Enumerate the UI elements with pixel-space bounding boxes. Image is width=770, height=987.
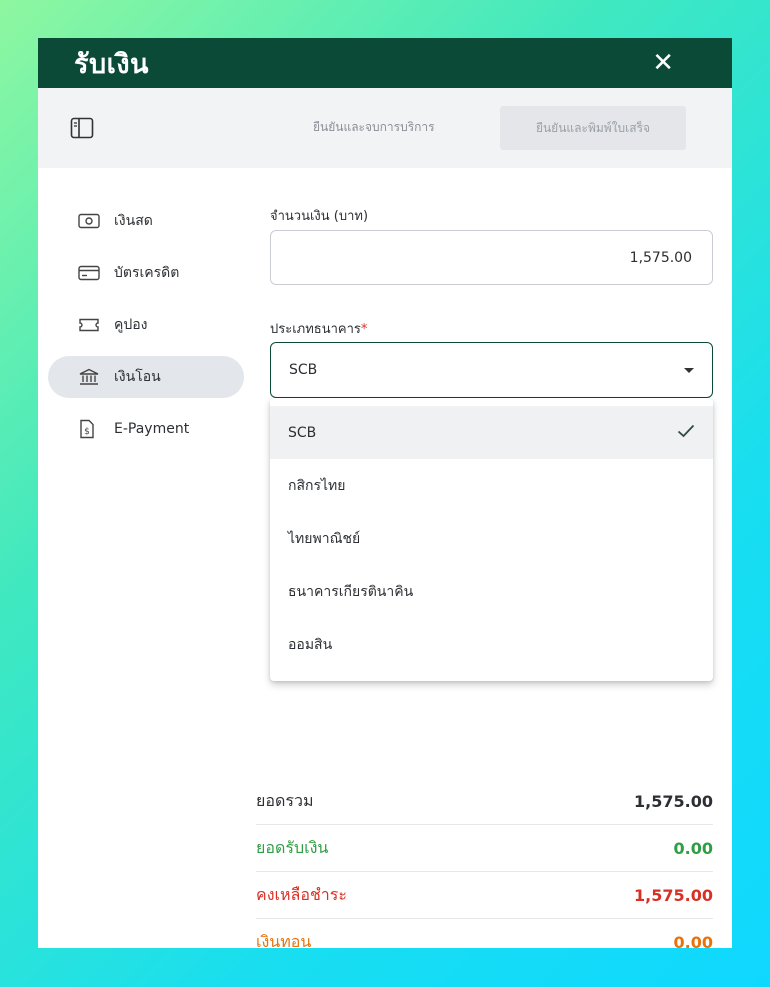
summary-row-received: ยอดรับเงิน 0.00 — [256, 825, 713, 872]
bank-dropdown-menu: SCB กสิกรไทย ไทยพาณิชย์ ธนาคารเกียรตินาค… — [270, 398, 713, 681]
close-icon[interactable]: ✕ — [652, 50, 708, 76]
svg-text:$: $ — [84, 427, 90, 437]
payment-modal: รับเงิน ✕ ยืนยันและจบการบริการ ยืนยันและ… — [38, 38, 732, 948]
modal-header: รับเงิน ✕ — [38, 38, 732, 88]
sidebar-item-label: เงินสด — [114, 213, 153, 229]
summary-value: 1,575.00 — [634, 791, 713, 811]
sidebar-item-coupon[interactable]: คูปอง — [48, 304, 244, 346]
coupon-icon — [78, 316, 100, 334]
sidebar-item-transfer[interactable]: เงินโอน — [48, 356, 244, 398]
bank-option-label: ไทยพาณิชย์ — [288, 530, 361, 547]
bank-option[interactable]: SCB — [270, 406, 713, 459]
bank-select-value: SCB — [289, 362, 318, 378]
bank-option-label: SCB — [288, 424, 317, 441]
amount-label: จำนวนเงิน (บาท) — [270, 209, 369, 224]
summary-label: คงเหลือชำระ — [256, 884, 347, 904]
sidebar-item-label: เงินโอน — [114, 369, 161, 385]
sidebar-item-label: คูปอง — [114, 317, 148, 333]
bank-select[interactable]: SCB — [270, 342, 713, 398]
modal-title: รับเงิน — [74, 48, 150, 80]
payment-summary: ยอดรวม 1,575.00 ยอดรับเงิน 0.00 คงเหลือช… — [256, 778, 713, 948]
bank-icon — [78, 368, 100, 386]
sidebar-item-label: บัตรเครดิต — [114, 265, 180, 281]
summary-value: 0.00 — [673, 932, 713, 949]
sidebar-item-cash[interactable]: เงินสด — [48, 200, 244, 242]
sidebar-item-label: E-Payment — [114, 421, 190, 437]
amount-value: 1,575.00 — [629, 249, 692, 266]
sidebar-item-e-payment[interactable]: $ E-Payment — [48, 408, 244, 450]
required-marker: * — [360, 322, 368, 337]
bank-option[interactable]: ธนาคารเกียรตินาคิน — [270, 565, 713, 618]
summary-row-change: เงินทอน 0.00 — [256, 919, 713, 949]
credit-card-icon — [78, 264, 100, 282]
summary-row-total: ยอดรวม 1,575.00 — [256, 778, 713, 825]
cash-icon — [78, 212, 100, 230]
caret-down-icon — [684, 367, 694, 373]
e-payment-icon: $ — [78, 419, 100, 439]
summary-row-remaining: คงเหลือชำระ 1,575.00 — [256, 872, 713, 919]
confirm-print-button[interactable]: ยืนยันและพิมพ์ใบเสร็จ — [500, 106, 686, 150]
sidebar-toggle-icon[interactable] — [70, 117, 94, 139]
action-toolbar: ยืนยันและจบการบริการ ยืนยันและพิมพ์ใบเสร… — [38, 88, 732, 168]
sidebar-item-credit-card[interactable]: บัตรเครดิต — [48, 252, 244, 294]
bank-option[interactable]: กสิกรไทย — [270, 459, 713, 512]
summary-label: เงินทอน — [256, 931, 312, 949]
bank-type-label: ประเภทธนาคาร* — [270, 318, 367, 339]
summary-value: 0.00 — [673, 838, 713, 858]
bank-type-label-text: ประเภทธนาคาร — [270, 322, 361, 337]
bank-option[interactable]: ไทยพาณิชย์ — [270, 512, 713, 565]
confirm-finish-button[interactable]: ยืนยันและจบการบริการ — [313, 118, 435, 137]
summary-value: 1,575.00 — [634, 885, 713, 905]
bank-option-label: ธนาคารเกียรตินาคิน — [288, 583, 414, 600]
summary-label: ยอดรับเงิน — [256, 837, 329, 857]
payment-method-nav: เงินสด บัตรเครดิต คูปอง เงินโอน $ E-Paym… — [48, 200, 244, 460]
bank-option-label: ออมสิน — [288, 636, 333, 653]
bank-option-label: กสิกรไทย — [288, 477, 346, 494]
summary-label: ยอดรวม — [256, 790, 314, 810]
check-icon — [677, 424, 695, 442]
bank-option[interactable]: ออมสิน — [270, 618, 713, 671]
amount-input[interactable]: 1,575.00 — [270, 230, 713, 285]
